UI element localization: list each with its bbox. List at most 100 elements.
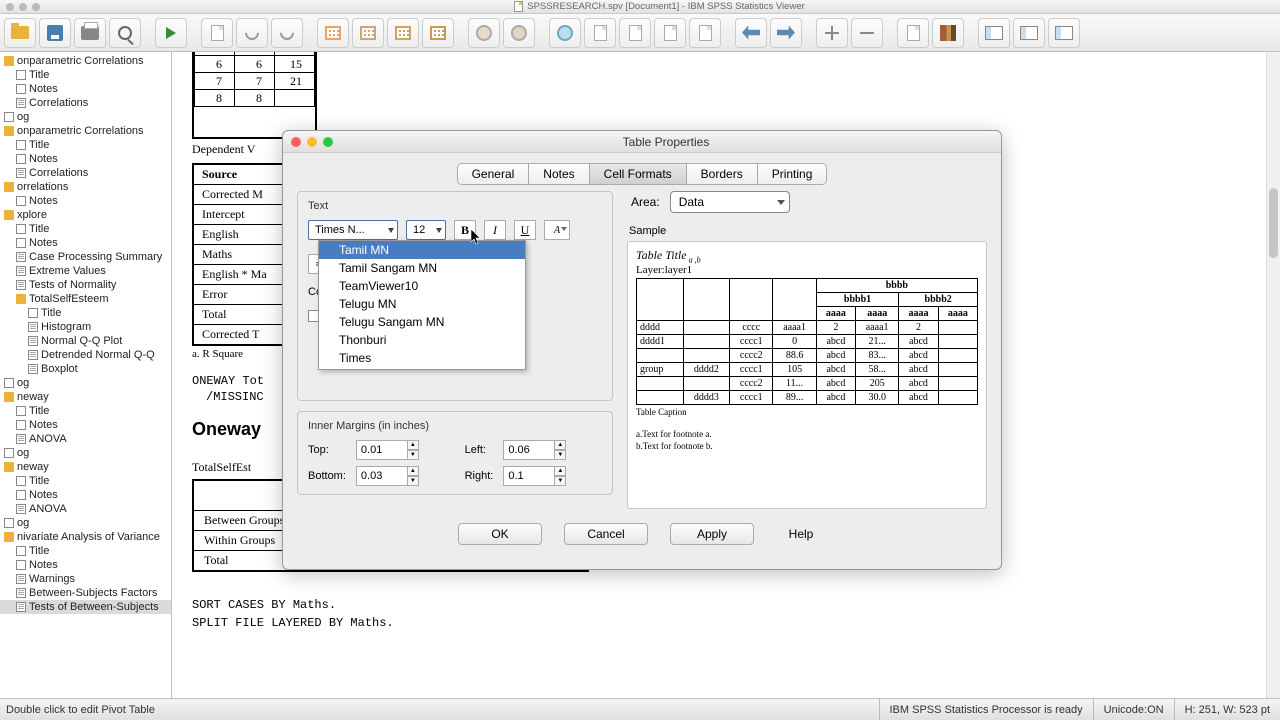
- outline-item[interactable]: Notes: [0, 152, 171, 166]
- grid-button-2[interactable]: [352, 18, 384, 48]
- font-dropdown-list[interactable]: Tamil MNTamil Sangam MNTeamViewer10Telug…: [318, 240, 526, 370]
- font-option[interactable]: Times New Roman: [319, 367, 525, 370]
- doc-button-4[interactable]: [689, 18, 721, 48]
- save-button[interactable]: [39, 18, 71, 48]
- outline-item[interactable]: Correlations: [0, 166, 171, 180]
- outline-item[interactable]: og: [0, 516, 171, 530]
- doc-button-2[interactable]: [619, 18, 651, 48]
- margin-left-input[interactable]: ▲▼: [503, 440, 602, 460]
- outline-item[interactable]: Warnings: [0, 572, 171, 586]
- outline-item[interactable]: orrelations: [0, 180, 171, 194]
- traffic-min[interactable]: [19, 3, 27, 11]
- apply-button[interactable]: Apply: [670, 523, 754, 545]
- text-color-button[interactable]: A: [544, 220, 570, 240]
- dialog-titlebar[interactable]: Table Properties: [283, 131, 1001, 153]
- outline-item[interactable]: Notes: [0, 194, 171, 208]
- globe-button[interactable]: [549, 18, 581, 48]
- traffic-close[interactable]: [6, 3, 14, 11]
- pane-button-2[interactable]: [1013, 18, 1045, 48]
- outline-item[interactable]: Between-Subjects Factors: [0, 586, 171, 600]
- plus-button[interactable]: [816, 18, 848, 48]
- font-size-combo[interactable]: 12: [406, 220, 446, 240]
- outline-item[interactable]: Title: [0, 222, 171, 236]
- ok-button[interactable]: OK: [458, 523, 542, 545]
- help-button[interactable]: Help: [776, 523, 826, 545]
- outline-item[interactable]: Boxplot: [0, 362, 171, 376]
- outline-item[interactable]: Extreme Values: [0, 264, 171, 278]
- outline-item[interactable]: Tests of Normality: [0, 278, 171, 292]
- bookmark-button[interactable]: [897, 18, 929, 48]
- margin-bottom-input[interactable]: ▲▼: [356, 466, 455, 486]
- traffic-zoom[interactable]: [32, 3, 40, 11]
- outline-pane[interactable]: onparametric CorrelationsTitleNotesCorre…: [0, 52, 172, 698]
- grid-button-4[interactable]: [422, 18, 454, 48]
- tab-general[interactable]: General: [458, 164, 530, 184]
- chart-button-2[interactable]: [503, 18, 535, 48]
- font-option[interactable]: TeamViewer10: [319, 277, 525, 295]
- minus-button[interactable]: [851, 18, 883, 48]
- outline-item[interactable]: onparametric Correlations: [0, 124, 171, 138]
- open-button[interactable]: [4, 18, 36, 48]
- outline-item[interactable]: og: [0, 110, 171, 124]
- chart-button-1[interactable]: [468, 18, 500, 48]
- nav-fwd-button[interactable]: [770, 18, 802, 48]
- outline-item[interactable]: Normal Q-Q Plot: [0, 334, 171, 348]
- export-button[interactable]: [155, 18, 187, 48]
- pane-button-1[interactable]: [978, 18, 1010, 48]
- outline-item[interactable]: xplore: [0, 208, 171, 222]
- outline-item[interactable]: Correlations: [0, 96, 171, 110]
- content-scrollbar[interactable]: [1266, 52, 1280, 698]
- tab-borders[interactable]: Borders: [687, 164, 758, 184]
- font-option[interactable]: Times: [319, 349, 525, 367]
- outline-item[interactable]: Title: [0, 306, 171, 320]
- grid-button-3[interactable]: [387, 18, 419, 48]
- outline-item[interactable]: Title: [0, 544, 171, 558]
- italic-button[interactable]: I: [484, 220, 506, 240]
- undo-button[interactable]: [236, 18, 268, 48]
- outline-item[interactable]: TotalSelfEsteem: [0, 292, 171, 306]
- preview-button[interactable]: [109, 18, 141, 48]
- cancel-button[interactable]: Cancel: [564, 523, 648, 545]
- outline-item[interactable]: neway: [0, 460, 171, 474]
- margin-top-input[interactable]: ▲▼: [356, 440, 455, 460]
- font-option[interactable]: Telugu Sangam MN: [319, 313, 525, 331]
- scrollbar-thumb[interactable]: [1269, 188, 1278, 258]
- font-option[interactable]: Telugu MN: [319, 295, 525, 313]
- font-family-combo[interactable]: Times N...: [308, 220, 398, 240]
- font-option[interactable]: Tamil Sangam MN: [319, 259, 525, 277]
- tab-cell-formats[interactable]: Cell Formats: [590, 164, 687, 184]
- recall-button[interactable]: [201, 18, 233, 48]
- outline-item[interactable]: Detrended Normal Q-Q: [0, 348, 171, 362]
- dialog-zoom-icon[interactable]: [323, 137, 333, 147]
- outline-item[interactable]: Histogram: [0, 320, 171, 334]
- print-button[interactable]: [74, 18, 106, 48]
- dialog-min-icon[interactable]: [307, 137, 317, 147]
- outline-item[interactable]: Title: [0, 404, 171, 418]
- nav-back-button[interactable]: [735, 18, 767, 48]
- outline-item[interactable]: Notes: [0, 236, 171, 250]
- dialog-close-icon[interactable]: [291, 137, 301, 147]
- outline-item[interactable]: Title: [0, 138, 171, 152]
- outline-item[interactable]: neway: [0, 390, 171, 404]
- outline-item[interactable]: Case Processing Summary: [0, 250, 171, 264]
- doc-button-3[interactable]: [654, 18, 686, 48]
- library-button[interactable]: [932, 18, 964, 48]
- font-option[interactable]: Tamil MN: [319, 241, 525, 259]
- tab-printing[interactable]: Printing: [758, 164, 827, 184]
- outline-item[interactable]: Notes: [0, 82, 171, 96]
- outline-item[interactable]: ANOVA: [0, 432, 171, 446]
- outline-item[interactable]: Tests of Between-Subjects: [0, 600, 171, 614]
- pane-button-3[interactable]: [1048, 18, 1080, 48]
- font-option[interactable]: Thonburi: [319, 331, 525, 349]
- outline-item[interactable]: ANOVA: [0, 502, 171, 516]
- outline-item[interactable]: Title: [0, 68, 171, 82]
- outline-item[interactable]: onparametric Correlations: [0, 54, 171, 68]
- underline-button[interactable]: U: [514, 220, 536, 240]
- tab-notes[interactable]: Notes: [529, 164, 589, 184]
- outline-item[interactable]: Notes: [0, 558, 171, 572]
- outline-item[interactable]: Notes: [0, 418, 171, 432]
- doc-button-1[interactable]: [584, 18, 616, 48]
- grid-button-1[interactable]: [317, 18, 349, 48]
- outline-item[interactable]: og: [0, 446, 171, 460]
- outline-item[interactable]: Notes: [0, 488, 171, 502]
